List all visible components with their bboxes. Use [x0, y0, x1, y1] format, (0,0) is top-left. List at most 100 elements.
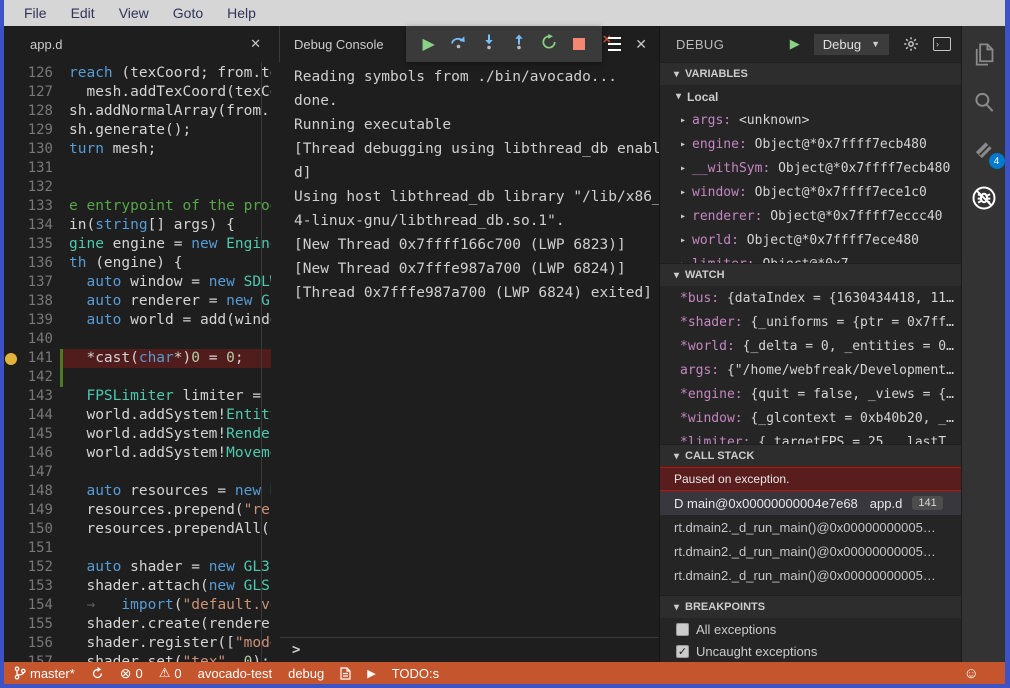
watch-row[interactable]: *limiter: {_targetFPS = 25, _lastT	[660, 430, 961, 444]
feedback-button[interactable]: ☺	[964, 665, 979, 682]
code-line[interactable]: 126reach (texCoord; from.texC	[4, 64, 271, 83]
code-line[interactable]: 148 auto resources = new Res	[4, 482, 271, 501]
code-line[interactable]: 131	[4, 159, 271, 178]
code-text[interactable]: auto shader = new GL3Sha	[63, 558, 271, 577]
variable-row[interactable]: ▸renderer: Object@*0x7ffff7eccc40	[660, 204, 961, 228]
close-console-icon[interactable]: ✕	[635, 36, 647, 53]
gutter[interactable]: 141	[4, 349, 60, 368]
source-control-icon[interactable]: 4	[970, 136, 998, 164]
section-variables[interactable]: ▾ VARIABLES	[660, 62, 961, 85]
code-line[interactable]: 145 world.addSystem!Renderer	[4, 425, 271, 444]
gutter[interactable]: 155	[4, 615, 60, 634]
code-text[interactable]	[63, 330, 271, 349]
code-text[interactable]: auto window = new SDLWin	[63, 273, 271, 292]
expand-icon[interactable]: ▸	[680, 187, 692, 198]
sync-button[interactable]	[91, 667, 104, 680]
gutter[interactable]: 133	[4, 197, 60, 216]
gutter[interactable]: 143	[4, 387, 60, 406]
checkbox[interactable]	[676, 623, 689, 636]
code-text[interactable]: mesh.addTexCoord(texCoor	[63, 83, 271, 102]
clear-console-icon[interactable]: ✕	[605, 37, 621, 51]
menu-item-view[interactable]: View	[109, 3, 159, 23]
variable-row[interactable]: ▸limiter: Object@*0x7…	[660, 252, 961, 263]
call-stack-frame[interactable]: rt.dmain2._d_run_main()@0x00000000005…	[660, 539, 961, 563]
call-stack-frame[interactable]: rt.dmain2._d_run_main()@0x00000000005…	[660, 563, 961, 587]
code-line[interactable]: 141 *cast(char*)0 = 0;	[4, 349, 271, 368]
open-console-icon[interactable]: ›	[933, 37, 951, 51]
restart-button[interactable]	[534, 27, 564, 61]
checkbox[interactable]: ✓	[676, 645, 689, 658]
code-line[interactable]: 134in(string[] args) {	[4, 216, 271, 235]
code-text[interactable]: shader.register(["modelv	[63, 634, 271, 653]
code-text[interactable]	[63, 178, 271, 197]
debug-config-dropdown[interactable]: Debug ▼	[814, 34, 889, 55]
gutter[interactable]: 140	[4, 330, 60, 349]
code-line[interactable]: 138 auto renderer = new GL3R	[4, 292, 271, 311]
gutter[interactable]: 128	[4, 102, 60, 121]
code-line[interactable]: 152 auto shader = new GL3Sha	[4, 558, 271, 577]
debug-icon[interactable]	[970, 184, 998, 212]
start-debug-icon[interactable]: ▶	[790, 36, 800, 52]
code-text[interactable]	[63, 539, 271, 558]
code-line[interactable]: 130turn mesh;	[4, 140, 271, 159]
gutter[interactable]: 151	[4, 539, 60, 558]
code-text[interactable]: in(string[] args) {	[63, 216, 271, 235]
expand-icon[interactable]: ▸	[680, 235, 692, 246]
watch-row[interactable]: *window: {_glcontext = 0xb40b20, _…	[660, 406, 961, 430]
gutter[interactable]: 142	[4, 368, 60, 387]
code-line[interactable]: 142	[4, 368, 271, 387]
gutter[interactable]: 137	[4, 273, 60, 292]
gutter[interactable]: 127	[4, 83, 60, 102]
gutter[interactable]: 150	[4, 520, 60, 539]
output-button[interactable]	[340, 667, 351, 680]
code-area[interactable]: 126reach (texCoord; from.texC127 mesh.ad…	[4, 62, 280, 662]
watch-row[interactable]: *shader: {_uniforms = {ptr = 0x7ff…	[660, 310, 961, 334]
run-task-button[interactable]: ▶	[367, 667, 375, 680]
gutter[interactable]: 136	[4, 254, 60, 273]
code-line[interactable]: 133e entrypoint of the progra	[4, 197, 271, 216]
code-text[interactable]: auto world = add(window,	[63, 311, 271, 330]
menu-item-help[interactable]: Help	[217, 3, 266, 23]
gutter[interactable]: 129	[4, 121, 60, 140]
debug-console-input[interactable]: >	[280, 637, 659, 662]
code-line[interactable]: 129sh.generate();	[4, 121, 271, 140]
warning-count[interactable]: ⚠0	[159, 665, 182, 681]
code-line[interactable]: 149 resources.prepend("res")	[4, 501, 271, 520]
menu-item-goto[interactable]: Goto	[163, 3, 213, 23]
tab-app-d[interactable]: app.d ✕	[4, 26, 280, 62]
code-text[interactable]: gine engine = new Engine()	[63, 235, 271, 254]
gutter[interactable]: 147	[4, 463, 60, 482]
code-line[interactable]: 157 shader.set("tex", 0);	[4, 653, 271, 662]
watch-row[interactable]: *world: {_delta = 0, _entities = 0…	[660, 334, 961, 358]
watch-row[interactable]: *engine: {quit = false, _views = {…	[660, 382, 961, 406]
breakpoint-slot[interactable]	[4, 353, 21, 365]
code-text[interactable]: sh.generate();	[63, 121, 271, 140]
section-watch[interactable]: ▾ WATCH	[660, 263, 961, 286]
code-text[interactable]: world.addSystem!EntityOu	[63, 406, 271, 425]
todos-button[interactable]: TODO:s	[392, 666, 439, 681]
gutter[interactable]: 126	[4, 64, 60, 83]
code-text[interactable]: shader.attach(new GLShad	[63, 577, 271, 596]
search-icon[interactable]	[970, 88, 998, 116]
code-line[interactable]: 139 auto world = add(window,	[4, 311, 271, 330]
gutter[interactable]: 153	[4, 577, 60, 596]
gutter[interactable]: 157	[4, 653, 60, 662]
code-text[interactable]: → import("default.ver	[63, 596, 271, 615]
close-tab-icon[interactable]: ✕	[250, 36, 261, 52]
variable-row[interactable]: ▸args: <unknown>	[660, 108, 961, 132]
variable-row[interactable]: ▸world: Object@*0x7ffff7ece480	[660, 228, 961, 252]
gutter[interactable]: 132	[4, 178, 60, 197]
error-count[interactable]: ⊗0	[120, 665, 143, 682]
section-breakpoints[interactable]: ▾ BREAKPOINTS	[660, 595, 961, 618]
watch-row[interactable]: args: {"/home/webfreak/Development…	[660, 358, 961, 382]
code-text[interactable]: resources.prependAll("pa	[63, 520, 271, 539]
code-text[interactable]	[63, 368, 271, 387]
gutter[interactable]: 154	[4, 596, 60, 615]
gutter[interactable]: 130	[4, 140, 60, 159]
code-line[interactable]: 135gine engine = new Engine()	[4, 235, 271, 254]
code-line[interactable]: 132	[4, 178, 271, 197]
code-line[interactable]: 147	[4, 463, 271, 482]
variable-row[interactable]: ▸window: Object@*0x7ffff7ece1c0	[660, 180, 961, 204]
gutter[interactable]: 145	[4, 425, 60, 444]
menu-item-edit[interactable]: Edit	[61, 3, 105, 23]
